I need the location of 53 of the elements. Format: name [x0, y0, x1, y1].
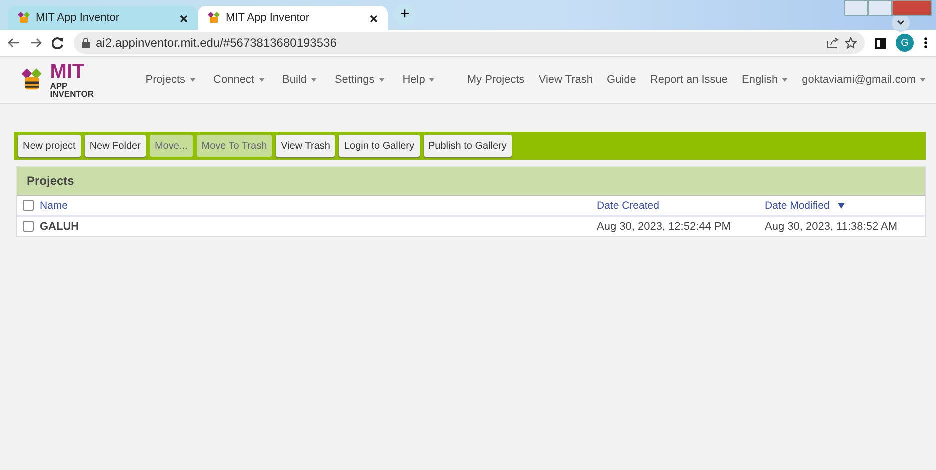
toolbar-button[interactable]: New Folder: [84, 135, 146, 157]
caret-icon: [190, 78, 196, 82]
menu-item[interactable]: Connect: [214, 74, 264, 86]
new-tab-button[interactable]: +: [394, 4, 416, 26]
toolbar-button[interactable]: New project: [18, 135, 81, 157]
menu-item[interactable]: Help: [402, 74, 436, 86]
tab-title: MIT App Inventor: [226, 12, 311, 24]
app-icon: [208, 12, 220, 24]
menu-item[interactable]: Projects: [146, 74, 196, 86]
caret-icon: [378, 78, 385, 82]
menu-item[interactable]: Build: [282, 74, 317, 86]
caret-icon: [782, 78, 788, 82]
logo-title: MIT: [50, 62, 86, 82]
reload-icon[interactable]: [52, 37, 64, 49]
toolbar-button[interactable]: View Trash: [276, 135, 336, 157]
nav-link[interactable]: My Projects: [467, 74, 525, 86]
column-header[interactable]: Date Created: [597, 200, 660, 212]
caret-icon: [310, 78, 317, 82]
browser-tab[interactable]: MIT App Inventor: [198, 6, 388, 30]
sort-arrow-icon[interactable]: [838, 202, 845, 208]
browser-tab[interactable]: MIT App Inventor: [8, 6, 198, 30]
nav-link[interactable]: Guide: [607, 74, 636, 86]
date-cell-text: Aug 30, 2023, 11:38:52 AM: [765, 220, 899, 232]
lock-icon: [82, 38, 90, 48]
panel-title: Projects: [27, 174, 74, 188]
select-all-checkbox[interactable]: [23, 200, 34, 211]
caret-icon: [920, 78, 926, 82]
nav-link[interactable]: English: [742, 74, 788, 86]
column-header[interactable]: Date Modified: [765, 200, 845, 212]
date-cell-text: Aug 30, 2023, 12:52:44 PM: [597, 220, 732, 232]
menu-icon[interactable]: [924, 37, 928, 49]
tab-title: MIT App Inventor: [36, 12, 121, 24]
app-icon: [18, 12, 30, 24]
star-icon[interactable]: [845, 37, 857, 49]
profile-avatar[interactable]: G: [896, 34, 914, 52]
share-icon[interactable]: [827, 37, 839, 49]
toolbar-button[interactable]: Publish to Gallery: [424, 135, 512, 157]
nav-link[interactable]: View Trash: [538, 74, 594, 86]
nav-link[interactable]: Report an Issue: [650, 74, 728, 86]
logo-subtitle: APP INVENTOR: [50, 82, 96, 98]
caret-icon: [258, 78, 264, 82]
project-name[interactable]: GALUH: [40, 220, 80, 232]
nav-link[interactable]: goktaviami@gmail.com: [802, 74, 926, 86]
caret-icon: [429, 78, 436, 82]
side-panel-icon[interactable]: [875, 38, 886, 48]
address-bar[interactable]: ai2.appinventor.mit.edu/#5673813680193536: [74, 32, 865, 54]
column-header[interactable]: Name: [40, 200, 68, 212]
url-text: ai2.appinventor.mit.edu/#5673813680193536: [96, 36, 337, 50]
toolbar-button[interactable]: Login to Gallery: [339, 135, 420, 157]
forward-icon[interactable]: [30, 38, 42, 48]
menu-item[interactable]: Settings: [334, 74, 385, 86]
row-checkbox[interactable]: [23, 221, 34, 232]
back-icon[interactable]: [8, 38, 20, 48]
